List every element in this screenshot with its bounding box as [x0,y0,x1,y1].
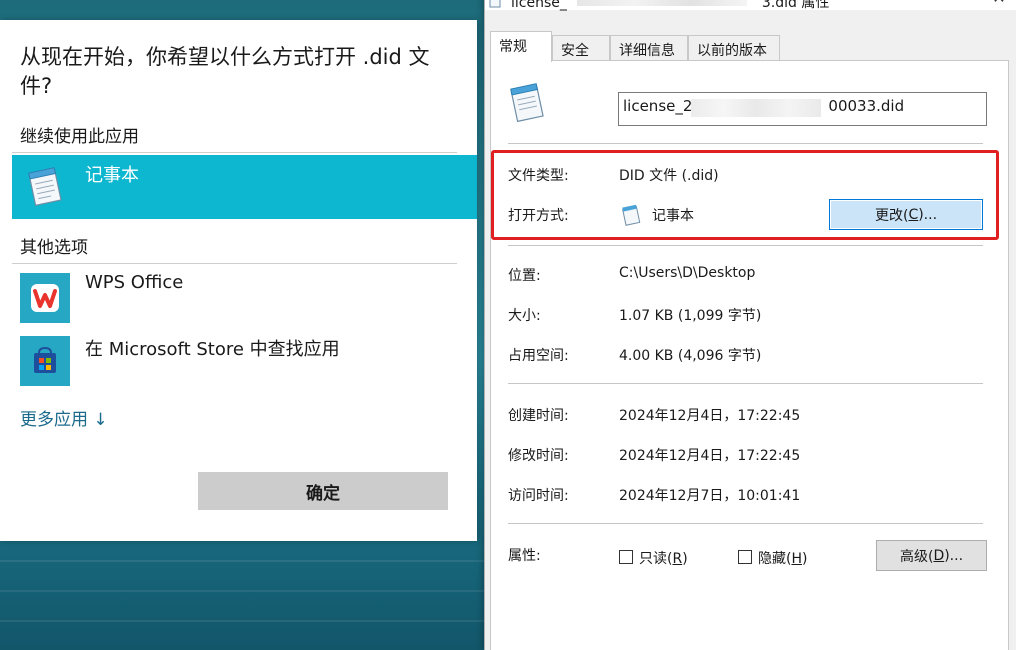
general-panel: license_2 00033.did 文件类型: DID 文件 (.did) 打… [490,60,1009,650]
modified-label: 修改时间: [508,448,569,464]
file-type-label: 文件类型: [508,168,569,184]
file-properties-window: license_3.did 属性 ✕ 常规 安全 详细信息 以前的版本 lice… [484,0,1016,650]
title-bar: license_3.did 属性 ✕ [485,0,1016,12]
tab-strip: 常规 安全 详细信息 以前的版本 [490,31,1010,62]
disk-size-label: 占用空间: [508,348,569,364]
divider [508,383,983,384]
notepad-icon [619,203,643,231]
app-option-notepad[interactable]: 记事本 [12,155,477,219]
divider [508,143,983,144]
notepad-icon [20,162,70,212]
redacted-area [577,0,747,6]
file-type-value: DID 文件 (.did) [619,168,719,184]
readonly-checkbox[interactable] [619,550,633,564]
created-label: 创建时间: [508,408,569,424]
divider [508,245,983,246]
notepad-icon [487,0,503,12]
filename-field[interactable]: license_2 00033.did [618,92,987,126]
advanced-button[interactable]: 高级(D)... [876,540,987,571]
hidden-checkbox[interactable] [738,550,752,564]
hidden-label: 隐藏(H) [758,551,808,567]
modified-value: 2024年12月4日，17:22:45 [619,448,801,464]
app-option-label: 记事本 [85,165,139,186]
tab-security[interactable]: 安全 [552,35,610,61]
accessed-value: 2024年12月7日，10:01:41 [619,488,801,504]
size-value: 1.07 KB (1,099 字节) [619,308,762,324]
more-apps-link[interactable]: 更多应用 ↓ [20,405,108,430]
readonly-label: 只读(R) [639,551,688,567]
open-with-dialog: 从现在开始，你希望以什么方式打开 .did 文件? 继续使用此应用 记事本 其他… [0,20,477,541]
app-option-wps-office[interactable]: WPS Office [12,266,477,330]
wps-office-icon [20,273,70,323]
change-button[interactable]: 更改(C)... [829,199,983,230]
divider [12,152,457,153]
opens-with-label: 打开方式: [508,208,569,224]
location-value: C:\Users\D\Desktop [619,265,756,281]
attributes-label: 属性: [508,548,541,564]
app-option-microsoft-store[interactable]: 在 Microsoft Store 中查找应用 [12,329,477,393]
tab-details[interactable]: 详细信息 [610,35,688,61]
close-icon[interactable]: ✕ [987,0,1011,6]
ok-button[interactable]: 确定 [198,472,448,510]
other-options-label: 其他选项 [20,238,88,258]
disk-size-value: 4.00 KB (4,096 字节) [619,348,762,364]
continue-using-label: 继续使用此应用 [20,127,139,147]
app-option-label: 在 Microsoft Store 中查找应用 [85,339,340,360]
tab-general[interactable]: 常规 [490,31,552,62]
opens-with-value: 记事本 [652,208,694,224]
accessed-label: 访问时间: [508,488,569,504]
divider [508,523,983,524]
notepad-icon [505,81,549,129]
created-value: 2024年12月4日，17:22:45 [619,408,801,424]
tab-previous-versions[interactable]: 以前的版本 [688,35,780,61]
microsoft-store-icon [20,336,70,386]
app-option-label: WPS Office [85,272,184,293]
location-label: 位置: [508,268,541,284]
size-label: 大小: [508,308,541,324]
divider [12,263,457,264]
open-with-title: 从现在开始，你希望以什么方式打开 .did 文件? [20,45,430,98]
